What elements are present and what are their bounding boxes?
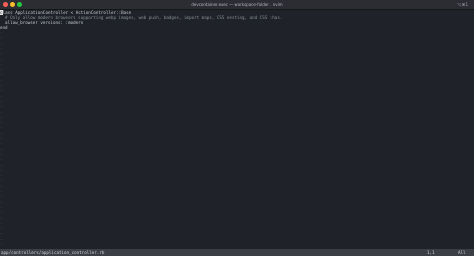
empty-line-marker: ~ [0,105,3,111]
empty-line-marker: ~ [0,57,3,63]
empty-line-marker: ~ [0,62,3,68]
empty-line-marker: ~ [0,121,3,127]
empty-line-marker: ~ [0,99,3,105]
empty-line-marker: ~ [0,243,3,248]
empty-line-marker: ~ [0,46,3,52]
empty-line-marker: ~ [0,131,3,137]
empty-line-marker: ~ [0,52,3,58]
empty-line-marker: ~ [0,147,3,153]
window-title: devcontainer.exec — workspace-folder . n… [191,2,283,7]
empty-line-marker: ~ [0,142,3,148]
empty-line-marker: ~ [0,184,3,190]
empty-line-marker: ~ [0,163,3,169]
code-line-3[interactable]: allow_browser versions: :modern [0,20,83,25]
empty-line-marker: ~ [0,110,3,116]
empty-line-marker: ~ [0,190,3,195]
empty-line-marker: ~ [0,126,3,132]
status-scroll-indicator: All [458,250,466,255]
empty-line-marker: ~ [0,221,3,227]
empty-line-marker: ~ [0,41,3,47]
empty-line-marker: ~ [0,237,3,243]
status-filename: app/controllers/application_controller.r… [1,250,105,255]
status-line: app/controllers/application_controller.r… [0,249,474,256]
empty-line-marker: ~ [0,31,3,36]
status-cursor-position: 1,1 [427,250,435,255]
empty-line-marker: ~ [0,89,3,95]
code-line-4[interactable]: end [0,25,8,30]
empty-line-marker: ~ [0,152,3,158]
empty-line-marker: ~ [0,73,3,79]
window-shortcut-badge: ⌥⌘1 [456,2,468,7]
empty-line-marker: ~ [0,168,3,174]
empty-line-marker: ~ [0,195,3,201]
empty-line-marker: ~ [0,174,3,180]
empty-line-marker: ~ [0,78,3,84]
empty-line-marker: ~ [0,68,3,74]
empty-line-marker: ~ [0,200,3,206]
editor-buffer[interactable]: class ApplicationController < ActionCont… [0,10,474,249]
empty-line-marker: ~ [0,94,3,100]
empty-line-marker: ~ [0,211,3,217]
empty-line-marker: ~ [0,227,3,233]
empty-line-marker: ~ [0,84,3,89]
empty-line-marker: ~ [0,216,3,222]
empty-line-marker: ~ [0,36,3,42]
title-bar: devcontainer.exec — workspace-folder . n… [0,0,474,10]
empty-line-marker: ~ [0,115,3,121]
empty-line-marker: ~ [0,179,3,185]
empty-line-marker: ~ [0,137,3,142]
empty-line-marker: ~ [0,158,3,164]
empty-line-marker: ~ [0,205,3,211]
empty-line-marker: ~ [0,232,3,238]
